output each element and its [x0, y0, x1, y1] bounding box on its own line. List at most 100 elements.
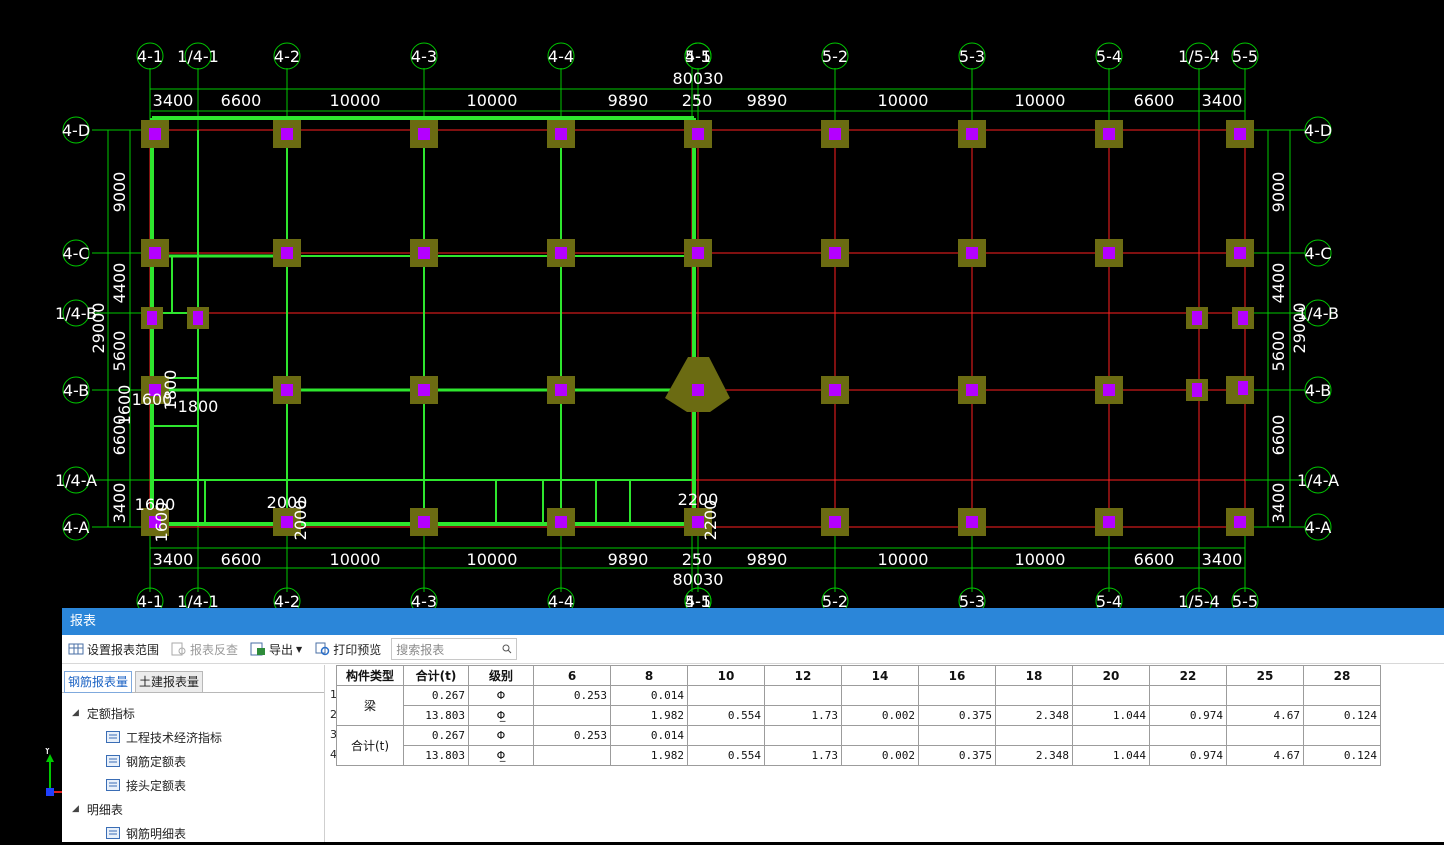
tree-item-rebar-quota[interactable]: 钢筋定额表 [62, 749, 324, 773]
print-preview-button[interactable]: 打印预览 [314, 641, 381, 658]
value-cell[interactable]: 0.014 [610, 725, 688, 746]
table-row[interactable]: 梁 0.267 Φ 0.253 0.014 [336, 685, 1381, 726]
column-header[interactable]: 20 [1072, 665, 1150, 686]
value-cell[interactable]: 2.348 [995, 745, 1073, 766]
value-cell[interactable] [533, 705, 611, 726]
table-range-icon [68, 643, 84, 655]
value-cell[interactable] [995, 725, 1073, 746]
value-cell[interactable]: 0.253 [533, 725, 611, 746]
value-cell[interactable] [1226, 725, 1304, 746]
value-cell[interactable]: 4.67 [1226, 705, 1304, 726]
value-cell[interactable]: 0.124 [1303, 745, 1381, 766]
tab-rebar-report[interactable]: 钢筋报表量 [64, 671, 133, 693]
value-cell[interactable]: 1.982 [610, 705, 688, 726]
table-row[interactable]: 13.803 Φ̲ 1.982 0.554 1.73 0.002 0.375 2.348 1.0… [337, 745, 1381, 766]
collapse-arrow-icon[interactable]: ◢ [72, 708, 79, 718]
tree-group-detail[interactable]: ◢ 明细表 [62, 797, 324, 821]
tab-civil-report[interactable]: 土建报表量 [135, 671, 204, 693]
value-cell[interactable]: 0.002 [841, 705, 919, 726]
axis-label: 5-2 [822, 47, 848, 66]
column-header[interactable]: 25 [1226, 665, 1304, 686]
value-cell[interactable]: 0.375 [918, 705, 996, 726]
tree-item-joint-quota[interactable]: 接头定额表 [62, 773, 324, 797]
column-header[interactable]: 10 [687, 665, 765, 686]
value-cell[interactable] [1149, 725, 1227, 746]
grade-cell[interactable]: Φ̲ [468, 705, 534, 726]
tree-group-quota[interactable]: ◢ 定额指标 [62, 701, 324, 725]
column [966, 384, 978, 396]
total-cell[interactable]: 13.803 [403, 705, 469, 726]
value-cell[interactable] [1072, 685, 1150, 706]
value-cell[interactable] [841, 685, 919, 706]
search-icon[interactable] [502, 644, 512, 654]
value-cell[interactable]: 1.982 [610, 745, 688, 766]
value-cell[interactable] [1226, 685, 1304, 706]
column-header[interactable]: 6 [533, 665, 611, 686]
column-header[interactable]: 22 [1149, 665, 1227, 686]
column-header[interactable]: 14 [841, 665, 919, 686]
column-header[interactable]: 8 [610, 665, 688, 686]
component-type-cell[interactable]: 合计(t) [336, 725, 404, 766]
cad-drawing-canvas[interactable]: 4-1 1/4-1 4-2 4-3 4-4 4-55-1 5-2 5-3 5-4 1/5-4 5-5… [0, 0, 1444, 610]
value-cell[interactable]: 1.73 [764, 745, 842, 766]
value-cell[interactable] [1072, 725, 1150, 746]
total-cell[interactable]: 0.267 [403, 685, 469, 706]
value-cell[interactable] [918, 725, 996, 746]
value-cell[interactable] [764, 685, 842, 706]
total-cell[interactable]: 0.267 [403, 725, 469, 746]
value-cell[interactable]: 0.253 [533, 685, 611, 706]
value-cell[interactable]: 1.044 [1072, 705, 1150, 726]
tree-item-rebar-detail[interactable]: 钢筋明细表 [62, 821, 324, 845]
value-cell[interactable] [687, 725, 765, 746]
value-cell[interactable]: 2.348 [995, 705, 1073, 726]
reverse-check-button[interactable]: 报表反查 [171, 641, 238, 658]
value-cell[interactable] [1303, 685, 1381, 706]
value-cell[interactable]: 0.124 [1303, 705, 1381, 726]
column-header[interactable]: 级别 [468, 665, 534, 686]
value-cell[interactable] [764, 725, 842, 746]
tree-item-tech-econ[interactable]: 工程技术经济指标 [62, 725, 324, 749]
set-range-button[interactable]: 设置报表范围 [68, 641, 159, 658]
column [555, 128, 567, 140]
axis-label: 4-A [1305, 518, 1332, 537]
value-cell[interactable]: 0.554 [687, 705, 765, 726]
value-cell[interactable] [841, 725, 919, 746]
value-cell[interactable]: 1.73 [764, 705, 842, 726]
report-window-title: 报表 [62, 608, 1444, 635]
grade-cell[interactable]: Φ̲ [468, 745, 534, 766]
column [692, 128, 704, 140]
column-header[interactable]: 合计(t) [403, 665, 469, 686]
total-cell[interactable]: 13.803 [403, 745, 469, 766]
value-cell[interactable] [687, 685, 765, 706]
grade-cell[interactable]: Φ [468, 685, 534, 706]
value-cell[interactable]: 0.554 [687, 745, 765, 766]
value-cell[interactable]: 1.044 [1072, 745, 1150, 766]
column-header[interactable]: 12 [764, 665, 842, 686]
vertical-dimension: 4400 [1269, 263, 1288, 304]
value-cell[interactable]: 0.014 [610, 685, 688, 706]
axis-label: 4-C [1304, 244, 1331, 263]
column-header[interactable]: 18 [995, 665, 1073, 686]
column-header[interactable]: 构件类型 [336, 665, 404, 686]
report-search-input[interactable]: 搜索报表 [391, 638, 518, 660]
value-cell[interactable]: 0.974 [1149, 705, 1227, 726]
column-header[interactable]: 28 [1303, 665, 1381, 686]
vertical-dimension: 9000 [1269, 172, 1288, 213]
value-cell[interactable] [995, 685, 1073, 706]
value-cell[interactable]: 4.67 [1226, 745, 1304, 766]
value-cell[interactable]: 0.375 [918, 745, 996, 766]
table-row[interactable]: 13.803 Φ̲ 1.982 0.554 1.73 0.002 0.375 2.348 1.0… [337, 705, 1381, 726]
grade-cell[interactable]: Φ [468, 725, 534, 746]
value-cell[interactable]: 0.974 [1149, 745, 1227, 766]
table-row[interactable]: 合计(t) 0.267 Φ 0.253 0.014 [336, 725, 1381, 766]
value-cell[interactable] [918, 685, 996, 706]
value-cell[interactable] [533, 745, 611, 766]
export-dropdown-button[interactable]: 导出 ▼ [250, 641, 302, 658]
value-cell[interactable] [1149, 685, 1227, 706]
value-cell[interactable] [1303, 725, 1381, 746]
value-cell[interactable]: 0.002 [841, 745, 919, 766]
column-header[interactable]: 16 [918, 665, 996, 686]
component-type-cell[interactable]: 梁 [336, 685, 404, 726]
collapse-arrow-icon[interactable]: ◢ [72, 804, 79, 814]
axis-label: 4-A [63, 518, 90, 537]
